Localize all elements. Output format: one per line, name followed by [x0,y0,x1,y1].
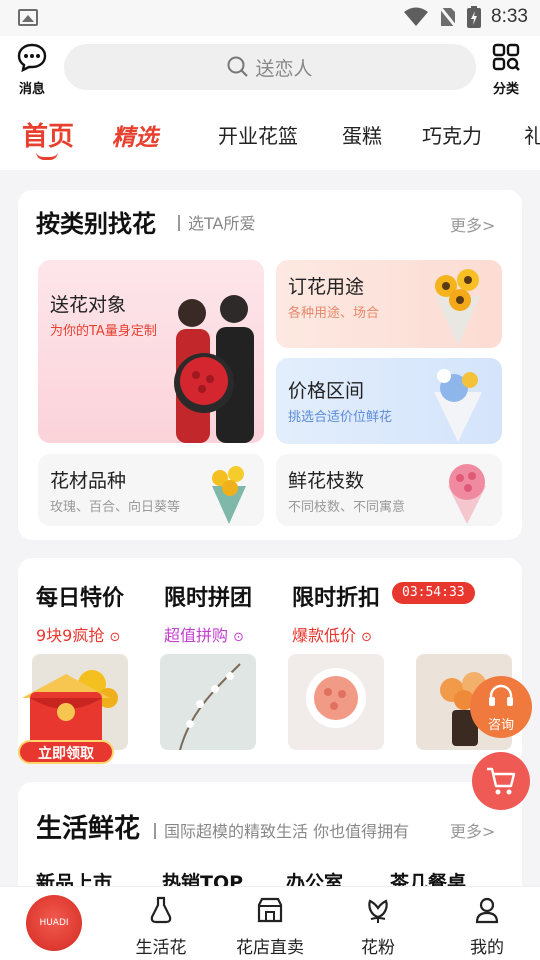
deal-link-text: 超值拼购 [164,626,229,645]
category-button[interactable]: 分类 [486,42,526,97]
tile-subtitle: 挑选合适价位鲜花 [288,410,393,425]
deal-link-text: 9块9疯抢 [36,626,105,645]
section-title: 生活鲜花 [36,814,141,844]
tab-featured[interactable]: 精选 [112,118,158,152]
pink-rose-bouquet-image [306,668,366,728]
messages-label: 消息 [18,82,45,97]
nav-label: 花店直卖 [236,938,304,958]
sunflower-bouquet-image [435,269,480,346]
status-bar: 8:33 [0,0,540,36]
tile-title: 送花对象 [50,294,127,316]
product-thumb[interactable] [288,654,384,750]
red-envelope-image [22,674,110,746]
tile-subtitle: 玫瑰、百合、向日葵等 [50,500,181,515]
store-icon [257,897,283,923]
deal-link: 爆款低价 ⊙ [292,622,380,646]
nav-shop-direct[interactable]: 花店直卖 [225,895,315,958]
tab-home[interactable]: 首页 [22,116,74,153]
tile-subtitle: 不同枝数、不同寓意 [288,500,406,515]
yellow-bouquet-image [212,466,246,524]
tab-gift[interactable]: 礼 [524,120,540,149]
cart-icon [487,767,516,795]
tile-flower-variety[interactable]: 花材品种 玫瑰、百合、向日葵等 [38,454,264,526]
wifi-icon [404,7,429,26]
logo-text: HUADI [39,918,69,928]
nav-label: 生活花 [135,938,187,958]
tile-price-range[interactable]: 价格区间 挑选合适价位鲜花 [276,358,502,444]
pink-bouquet-image [448,464,486,524]
gallery-notification-icon [18,9,38,26]
consult-button[interactable]: 咨询 [470,676,532,738]
tab-chocolate[interactable]: 巧克力 [422,120,482,149]
section-subtitle: 国际超模的精致生活 你也值得拥有 [154,818,409,842]
cart-button[interactable] [472,752,530,810]
category-label: 分类 [492,82,519,97]
status-time: 8:33 [491,6,528,27]
nav-label: 我的 [470,938,504,958]
tile-title: 订花用途 [288,276,365,298]
product-thumb[interactable] [160,654,256,750]
couple-with-bouquet-image [174,295,254,443]
tile-subtitle: 为你的TA量身定制 [50,324,157,339]
battery-icon [467,6,482,28]
blue-bouquet-image [434,369,482,442]
deal-flash-discount[interactable]: 限时折扣 爆款低价 ⊙ [292,580,380,646]
top-header: 消息 送恋人 分类 [0,36,540,100]
tile-title: 鲜花枝数 [288,470,365,492]
chevron-circle-icon: ⊙ [109,630,121,645]
nav-flower-fans[interactable]: 花粉 [333,895,423,958]
person-icon [475,897,499,924]
chevron-circle-icon: ⊙ [233,630,245,645]
tab-cake[interactable]: 蛋糕 [342,120,382,149]
search-icon [227,56,249,77]
consult-label: 咨询 [487,718,514,733]
category-finder-card: 按类别找花 选TA所爱 更多> 送花对象 为你的TA量身定制 订花用途 各种用途… [18,190,522,540]
nav-label: 花粉 [361,938,395,958]
huadi-logo-button[interactable]: HUADI [26,895,82,951]
deal-title: 限时拼团 [164,586,253,611]
countdown-timer: 03:54:33 [392,582,475,604]
tile-title: 价格区间 [288,380,365,402]
vase-icon [150,896,172,924]
tab-opening-baskets[interactable]: 开业花篮 [218,120,298,149]
deal-link: 9块9疯抢 ⊙ [36,622,124,646]
deal-title: 限时折扣 [292,586,381,611]
flower-icon [368,899,388,923]
chevron-circle-icon: ⊙ [361,630,373,645]
nav-life-flowers[interactable]: 生活花 [116,895,206,958]
search-bar[interactable]: 送恋人 [64,44,476,90]
deal-daily-special[interactable]: 每日特价 9块9疯抢 ⊙ [36,580,124,646]
tab-home-indicator [36,152,58,160]
deal-group-buy[interactable]: 限时拼团 超值拼购 ⊙ [164,580,252,646]
tile-recipient[interactable]: 送花对象 为你的TA量身定制 [38,260,264,443]
deal-link-text: 爆款低价 [292,626,357,645]
channel-tabs: 首页 精选 开业花篮 蛋糕 巧克力 礼 [0,100,540,170]
deal-title: 每日特价 [36,586,125,611]
tile-subtitle: 各种用途、场合 [288,306,380,321]
white-branch-image [179,663,241,750]
bottom-navigation: HUADI 生活花 花店直卖 花粉 我的 [0,886,540,960]
no-sim-icon [439,6,458,28]
tile-stem-count[interactable]: 鲜花枝数 不同枝数、不同寓意 [276,454,502,526]
claim-now-button[interactable]: 立即领取 [18,740,114,764]
deal-link: 超值拼购 ⊙ [164,622,252,646]
nav-mine[interactable]: 我的 [442,895,532,958]
more-link[interactable]: 更多> [450,212,495,236]
section-subtitle: 选TA所爱 [178,210,255,234]
section-title: 按类别找花 [36,210,156,238]
messages-button[interactable]: 消息 [12,42,52,97]
red-packet-promo[interactable]: 立即领取 [12,668,120,768]
chat-bubble-icon [17,43,47,73]
life-flowers-card: 生活鲜花 国际超模的精致生活 你也值得拥有 更多> 新品上市 热销TOP 办公室… [18,782,522,902]
tile-title: 花材品种 [50,470,127,492]
grid-icon [492,43,520,71]
tile-occasion[interactable]: 订花用途 各种用途、场合 [276,260,502,348]
headset-icon [489,684,513,706]
more-link[interactable]: 更多> [450,818,495,842]
search-placeholder: 送恋人 [255,57,313,80]
